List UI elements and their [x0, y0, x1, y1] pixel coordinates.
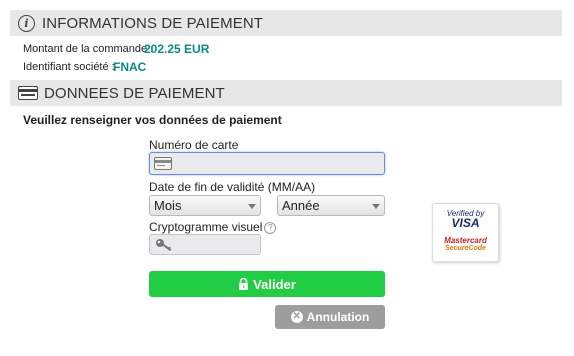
cvv-input[interactable] — [149, 234, 261, 255]
amount-label: Montant de la commande : — [23, 43, 154, 55]
month-select[interactable]: Mois — [149, 195, 261, 216]
cancel-button[interactable]: ✕ Annulation — [275, 305, 385, 329]
info-icon: i — [18, 14, 35, 32]
mastercard-text: Mastercard — [444, 236, 487, 245]
payment-data-header: DONNEES DE PAIEMENT — [10, 80, 562, 106]
key-icon — [156, 239, 172, 251]
cancel-button-label: Annulation — [306, 310, 370, 324]
expiry-label: Date de fin de validité (MM/AA) — [149, 180, 316, 194]
company-row: Identifiant société : FNAC — [23, 60, 146, 74]
year-select-value: Année — [282, 198, 320, 213]
lock-icon — [239, 278, 249, 290]
card-number-input[interactable] — [149, 152, 385, 175]
credit-card-icon — [18, 86, 38, 100]
submit-button[interactable]: Valider — [149, 271, 385, 297]
securecode-text: SecureCode — [445, 245, 486, 252]
visa-logo: VISA — [451, 216, 480, 230]
security-badge: Verified by VISA Mastercard SecureCode — [432, 203, 499, 262]
card-number-label: Numéro de carte — [149, 138, 239, 152]
chevron-down-icon — [248, 204, 256, 209]
company-label: Identifiant société : — [23, 61, 115, 73]
company-value: FNAC — [113, 60, 147, 74]
amount-row: Montant de la commande : 202.25 EUR — [23, 42, 209, 56]
help-icon[interactable]: ? — [264, 222, 277, 234]
form-intro: Veuillez renseigner vos données de paiem… — [23, 113, 282, 127]
month-select-value: Mois — [154, 198, 182, 213]
year-select[interactable]: Année — [277, 195, 385, 216]
cvv-label: Cryptogramme visuel — [149, 220, 263, 234]
submit-button-label: Valider — [253, 276, 296, 292]
payment-data-title: DONNEES DE PAIEMENT — [44, 84, 225, 102]
payment-info-header: i INFORMATIONS DE PAIEMENT — [10, 10, 562, 36]
cvv-label-row: Cryptogramme visuel? — [149, 220, 277, 234]
amount-value: 202.25 EUR — [144, 42, 210, 56]
credit-card-icon — [154, 157, 172, 170]
close-icon: ✕ — [290, 311, 303, 323]
payment-info-title: INFORMATIONS DE PAIEMENT — [42, 14, 264, 32]
chevron-down-icon — [372, 204, 380, 209]
